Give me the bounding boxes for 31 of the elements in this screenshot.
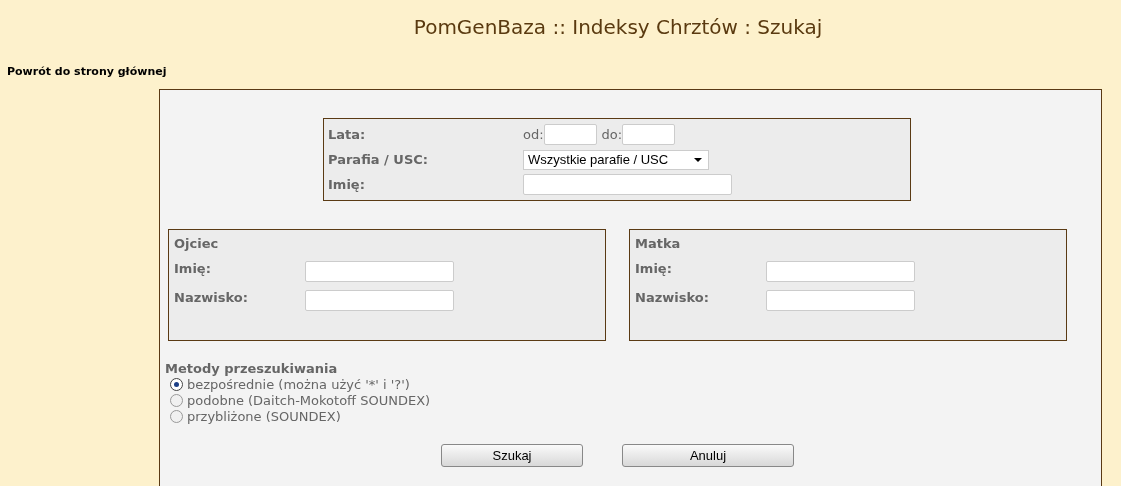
radio-button[interactable] [170, 393, 183, 407]
form-button[interactable]: Szukaj [441, 444, 583, 467]
year-from-field[interactable] [543, 124, 597, 145]
back-link[interactable]: Powrót do strony głównej [7, 65, 167, 78]
field-label: Lata: [328, 127, 367, 142]
field-label: Nazwisko: [635, 290, 710, 305]
section-title: Ojciec [174, 236, 220, 251]
name-field[interactable] [766, 261, 915, 282]
name-field[interactable] [523, 174, 732, 195]
field-label: do: [601, 127, 623, 142]
field-label: od: [523, 127, 544, 142]
page-title: PomGenBaza :: Indeksy Chrztów : Szukaj [412, 14, 824, 41]
parish-dropdown[interactable]: Wszystkie parafie / USC [523, 149, 709, 170]
surname-field[interactable] [766, 290, 915, 311]
section-title: Matka [635, 236, 682, 251]
field-label: Imię: [328, 177, 366, 192]
field-label: Imię: [174, 261, 212, 276]
field-label: Parafia / USC: [328, 152, 429, 167]
form-button[interactable]: Anuluj [622, 444, 794, 467]
field-label: Imię: [635, 261, 673, 276]
option-label[interactable]: przybliżone (SOUNDEX) [187, 408, 341, 424]
caret-icon [694, 157, 702, 162]
field-label: Nazwisko: [174, 290, 249, 305]
surname-field[interactable] [305, 290, 454, 311]
year-to-field[interactable] [622, 124, 676, 145]
name-field[interactable] [305, 261, 454, 282]
radio-button[interactable] [170, 377, 183, 391]
radio-button[interactable] [170, 409, 183, 423]
option-label[interactable]: bezpośrednie (można użyć '*' i '?') [187, 376, 410, 392]
section-title: Metody przeszukiwania [165, 361, 339, 376]
option-label[interactable]: podobne (Daitch-Mokotoff SOUNDEX) [187, 392, 431, 408]
